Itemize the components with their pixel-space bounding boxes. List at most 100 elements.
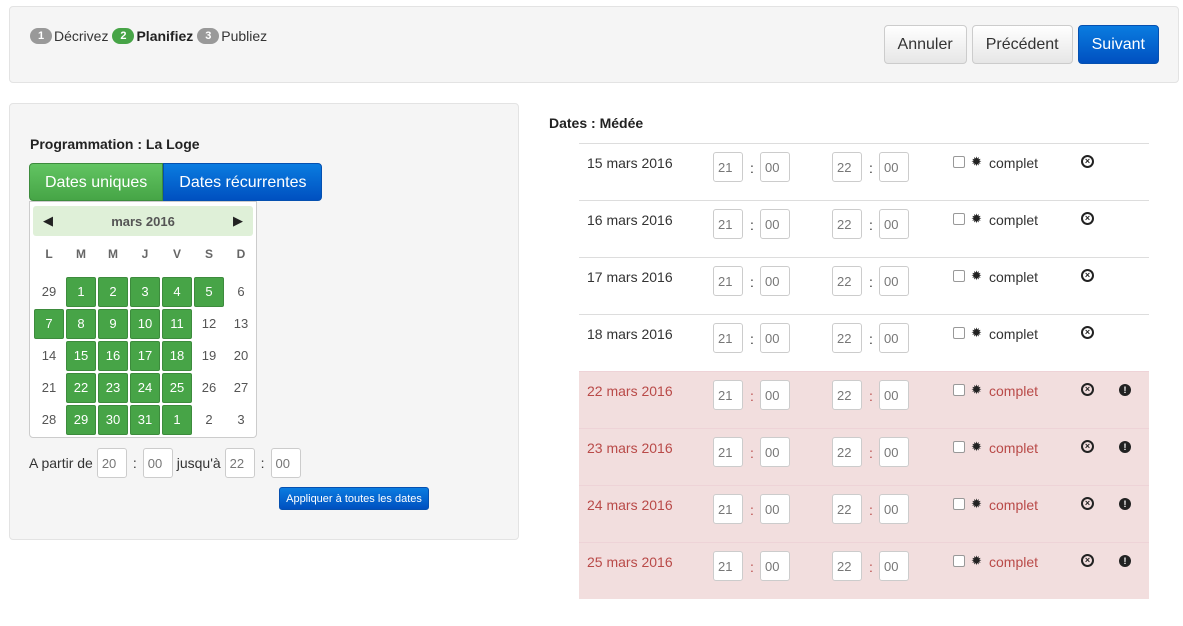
calendar-day[interactable]: 3 xyxy=(226,405,256,435)
calendar-day-selected[interactable]: 30 xyxy=(98,405,128,435)
end-hour-input[interactable] xyxy=(832,380,862,410)
tab-dates-recurrentes[interactable]: Dates récurrentes xyxy=(163,163,323,201)
end-hour-input[interactable] xyxy=(832,494,862,524)
start-minute-input[interactable] xyxy=(760,152,790,182)
start-hour-input[interactable] xyxy=(713,437,743,467)
calendar-day-selected[interactable]: 23 xyxy=(98,373,128,403)
calendar-day-selected[interactable]: 31 xyxy=(130,405,160,435)
start-minute-input[interactable] xyxy=(760,494,790,524)
start-minute-input[interactable] xyxy=(760,266,790,296)
end-minute-input[interactable] xyxy=(879,152,909,182)
remove-circle-icon[interactable]: × xyxy=(1081,497,1094,510)
complet-checkbox[interactable] xyxy=(953,555,965,567)
start-minute-input[interactable] xyxy=(760,437,790,467)
calendar-day-selected[interactable]: 4 xyxy=(162,277,192,307)
start-hour-input[interactable] xyxy=(713,380,743,410)
remove-circle-icon[interactable]: × xyxy=(1081,383,1094,396)
remove-circle-icon[interactable]: × xyxy=(1081,212,1094,225)
start-minute-input[interactable] xyxy=(760,323,790,353)
complet-checkbox[interactable] xyxy=(953,384,965,396)
calendar-day[interactable]: 28 xyxy=(34,405,64,435)
calendar-day[interactable]: 27 xyxy=(226,373,256,403)
complet-checkbox[interactable] xyxy=(953,498,965,510)
calendar-day-selected[interactable]: 24 xyxy=(130,373,160,403)
complet-checkbox[interactable] xyxy=(953,327,965,339)
apply-all-dates-button[interactable]: Appliquer à toutes les dates xyxy=(279,487,429,510)
end-hour-input[interactable] xyxy=(832,437,862,467)
end-minute-input[interactable] xyxy=(879,266,909,296)
remove-circle-icon[interactable]: × xyxy=(1081,269,1094,282)
calendar-day-selected[interactable]: 29 xyxy=(66,405,96,435)
calendar-day-selected[interactable]: 10 xyxy=(130,309,160,339)
previous-button[interactable]: Précédent xyxy=(971,25,1073,64)
calendar-day-selected[interactable]: 18 xyxy=(162,341,192,371)
start-hour-input[interactable] xyxy=(713,152,743,182)
start-minute-input[interactable] xyxy=(760,551,790,581)
start-hour-input[interactable] xyxy=(713,494,743,524)
calendar-day[interactable]: 12 xyxy=(194,309,224,339)
end-minute-input[interactable] xyxy=(879,437,909,467)
date-row: 23 mars 2016:: ✹ complet ×! xyxy=(579,428,1149,485)
date-label: 17 mars 2016 xyxy=(587,269,673,285)
calendar-day[interactable]: 21 xyxy=(34,373,64,403)
next-button[interactable]: Suivant xyxy=(1077,25,1159,64)
start-hour-input[interactable] xyxy=(713,209,743,239)
calendar-day-selected[interactable]: 3 xyxy=(130,277,160,307)
remove-circle-icon[interactable]: × xyxy=(1081,155,1094,168)
calendar-day-selected[interactable]: 7 xyxy=(34,309,64,339)
start-hour-input[interactable] xyxy=(713,266,743,296)
end-hour-input[interactable] xyxy=(832,323,862,353)
cancel-button[interactable]: Annuler xyxy=(883,25,967,64)
date-row: 15 mars 2016:: ✹ complet × xyxy=(579,143,1149,200)
calendar-day-selected[interactable]: 22 xyxy=(66,373,96,403)
end-minute-input[interactable] xyxy=(879,551,909,581)
calendar-day-selected[interactable]: 25 xyxy=(162,373,192,403)
calendar-header: ◀︎ mars 2016 ▶︎ xyxy=(33,206,253,236)
calendar-day-selected[interactable]: 9 xyxy=(98,309,128,339)
end-hour-input[interactable] xyxy=(832,209,862,239)
start-minute-input[interactable] xyxy=(760,209,790,239)
complet-checkbox[interactable] xyxy=(953,156,965,168)
tab-dates-uniques[interactable]: Dates uniques xyxy=(29,163,164,201)
end-minute-input[interactable] xyxy=(879,494,909,524)
calendar-day[interactable]: 29 xyxy=(34,277,64,307)
calendar-day[interactable]: 2 xyxy=(194,405,224,435)
end-minute-input[interactable] xyxy=(879,380,909,410)
start-hour-input[interactable] xyxy=(713,551,743,581)
calendar-day-selected[interactable]: 15 xyxy=(66,341,96,371)
calendar-day[interactable]: 26 xyxy=(194,373,224,403)
calendar-day-selected[interactable]: 1 xyxy=(66,277,96,307)
remove-circle-icon[interactable]: × xyxy=(1081,326,1094,339)
to-minute-input[interactable] xyxy=(270,448,301,478)
calendar-day[interactable]: 13 xyxy=(226,309,256,339)
start-hour-input[interactable] xyxy=(713,323,743,353)
remove-circle-icon[interactable]: × xyxy=(1081,440,1094,453)
calendar-day-selected[interactable]: 1 xyxy=(162,405,192,435)
calendar-day[interactable]: 6 xyxy=(226,277,256,307)
calendar-day-selected[interactable]: 8 xyxy=(66,309,96,339)
calendar-day-selected[interactable]: 2 xyxy=(98,277,128,307)
end-hour-input[interactable] xyxy=(832,266,862,296)
remove-circle-icon[interactable]: × xyxy=(1081,554,1094,567)
calendar-day-selected[interactable]: 17 xyxy=(130,341,160,371)
end-minute-input[interactable] xyxy=(879,209,909,239)
calendar-day[interactable]: 19 xyxy=(194,341,224,371)
calendar-day-selected[interactable]: 16 xyxy=(98,341,128,371)
complet-checkbox[interactable] xyxy=(953,270,965,282)
calendar-day[interactable]: 14 xyxy=(34,341,64,371)
calendar-day-selected[interactable]: 5 xyxy=(194,277,224,307)
complet-checkbox[interactable] xyxy=(953,441,965,453)
from-minute-input[interactable] xyxy=(142,448,173,478)
end-hour-input[interactable] xyxy=(832,551,862,581)
from-hour-input[interactable] xyxy=(96,448,127,478)
to-hour-input[interactable] xyxy=(224,448,255,478)
calendar-day[interactable]: 20 xyxy=(226,341,256,371)
complet-checkbox[interactable] xyxy=(953,213,965,225)
end-hour-input[interactable] xyxy=(832,152,862,182)
skip-forward-icon[interactable]: ▶︎ xyxy=(231,213,245,229)
calendar-day-selected[interactable]: 11 xyxy=(162,309,192,339)
start-minute-input[interactable] xyxy=(760,380,790,410)
skip-back-icon[interactable]: ◀︎ xyxy=(41,213,55,229)
time-separator: : xyxy=(869,217,873,233)
end-minute-input[interactable] xyxy=(879,323,909,353)
